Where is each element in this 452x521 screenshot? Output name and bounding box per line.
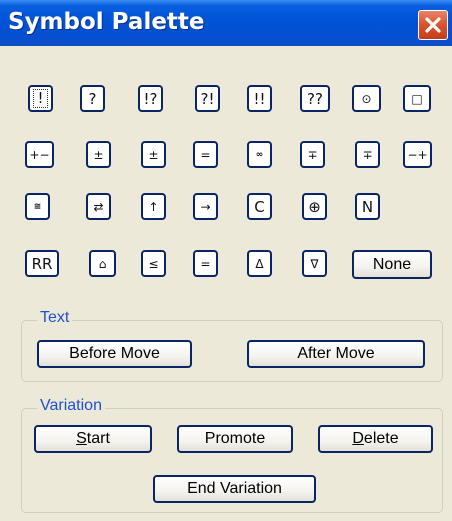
symbol-button-equal-position[interactable]: =: [193, 250, 218, 277]
after-move-label: After Move: [297, 345, 375, 362]
symbol-button-initiative[interactable]: ↑: [141, 193, 166, 220]
close-button[interactable]: [418, 10, 448, 40]
symbol-button-circle[interactable]: ⊙: [352, 85, 381, 112]
symbol-label: ±: [93, 147, 104, 162]
symbol-button-dubious-move[interactable]: ?!: [195, 85, 220, 112]
symbol-label: ?: [88, 89, 97, 108]
symbol-label: ≤: [148, 256, 159, 271]
symbol-label: ≅: [33, 201, 42, 212]
symbol-button-weakness[interactable]: ∇: [302, 250, 327, 277]
symbol-label: ∓: [307, 147, 318, 162]
symbol-label: ⌂: [98, 256, 107, 271]
symbol-label: !: [33, 89, 48, 108]
before-move-label: Before Move: [69, 345, 160, 362]
symbol-label: +−: [29, 147, 50, 162]
symbol-button-novelty[interactable]: N: [355, 193, 380, 220]
symbol-label: ⊕: [308, 197, 321, 216]
symbol-button-equal[interactable]: =: [193, 141, 218, 168]
close-x-icon: [425, 17, 441, 33]
promote-label: Promote: [204, 430, 266, 447]
symbol-button-worse-is[interactable]: ≤: [141, 250, 166, 277]
symbol-button-white-slightly-better[interactable]: ±: [141, 141, 166, 168]
symbol-button-editorial[interactable]: RR: [25, 250, 59, 277]
none-button-label: None: [372, 255, 412, 273]
symbol-button-with-idea[interactable]: Δ: [247, 250, 272, 277]
start-button[interactable]: Start: [34, 425, 152, 453]
symbol-label: ??: [307, 89, 323, 108]
symbol-label: □: [411, 91, 423, 106]
symbol-button-counterplay[interactable]: ⇄: [86, 193, 111, 220]
symbol-label: →: [200, 199, 211, 214]
symbol-label: ∇: [310, 256, 319, 271]
symbol-button-brilliant-move[interactable]: !!: [247, 85, 272, 112]
start-mnemonic: S: [76, 430, 87, 447]
delete-label-rest: elete: [363, 430, 399, 447]
delete-mnemonic: D: [352, 430, 364, 447]
symbol-label: ?!: [200, 89, 215, 108]
symbol-button-black-slightly-better[interactable]: ∓: [300, 141, 325, 168]
symbol-button-white-decisive[interactable]: +−: [25, 141, 54, 168]
symbol-label: =: [200, 147, 211, 162]
symbol-label: ↑: [148, 199, 159, 214]
none-button[interactable]: None: [352, 250, 432, 279]
symbol-label: RR: [31, 254, 53, 273]
symbol-label: Δ: [255, 256, 264, 271]
symbol-button-black-better[interactable]: ∓: [355, 141, 380, 168]
window-title: Symbol Palette: [8, 9, 205, 35]
symbol-button-blunder[interactable]: ??: [300, 85, 330, 112]
variation-group-label: Variation: [37, 397, 105, 415]
symbol-label: ±: [148, 147, 159, 162]
symbol-button-interesting-move[interactable]: !?: [138, 85, 163, 112]
symbol-button-white-better[interactable]: ±: [86, 141, 111, 168]
symbol-button-mistake[interactable]: ?: [80, 85, 105, 112]
symbol-button-compensation[interactable]: ≅: [25, 193, 50, 220]
end-variation-button[interactable]: End Variation: [153, 475, 316, 503]
after-move-button[interactable]: After Move: [247, 340, 425, 368]
symbol-label: N: [361, 197, 374, 216]
symbol-button-space[interactable]: ⌂: [89, 250, 116, 277]
symbol-label: C: [254, 197, 265, 216]
symbol-palette-window: Symbol Palette ! ? !? ?! !! ?? ⊙ □ +− ± …: [0, 0, 452, 521]
text-group-label: Text: [37, 309, 73, 327]
title-bar[interactable]: Symbol Palette: [0, 0, 452, 46]
symbol-label: −+: [407, 147, 428, 162]
symbol-label: !?: [143, 89, 158, 108]
symbol-label: ∓: [362, 147, 373, 162]
symbol-label: ⊙: [361, 91, 372, 106]
symbol-button-zugzwang[interactable]: ⊕: [302, 193, 327, 220]
symbol-button-time-trouble[interactable]: C: [247, 193, 272, 220]
symbol-label: =: [200, 256, 211, 271]
symbol-button-black-decisive[interactable]: −+: [403, 141, 432, 168]
end-variation-label: End Variation: [187, 480, 282, 497]
symbol-label: !!: [253, 89, 266, 108]
symbol-label: ⇄: [93, 199, 104, 214]
delete-button[interactable]: Delete: [318, 425, 433, 453]
symbol-button-good-move[interactable]: !: [28, 85, 53, 112]
symbol-button-unclear[interactable]: ∞: [247, 141, 272, 168]
symbol-label: ∞: [255, 149, 264, 160]
symbol-button-square[interactable]: □: [403, 85, 431, 112]
before-move-button[interactable]: Before Move: [37, 340, 192, 368]
symbol-button-attack[interactable]: →: [193, 193, 218, 220]
promote-button[interactable]: Promote: [177, 425, 293, 453]
start-label-rest: tart: [86, 430, 110, 447]
